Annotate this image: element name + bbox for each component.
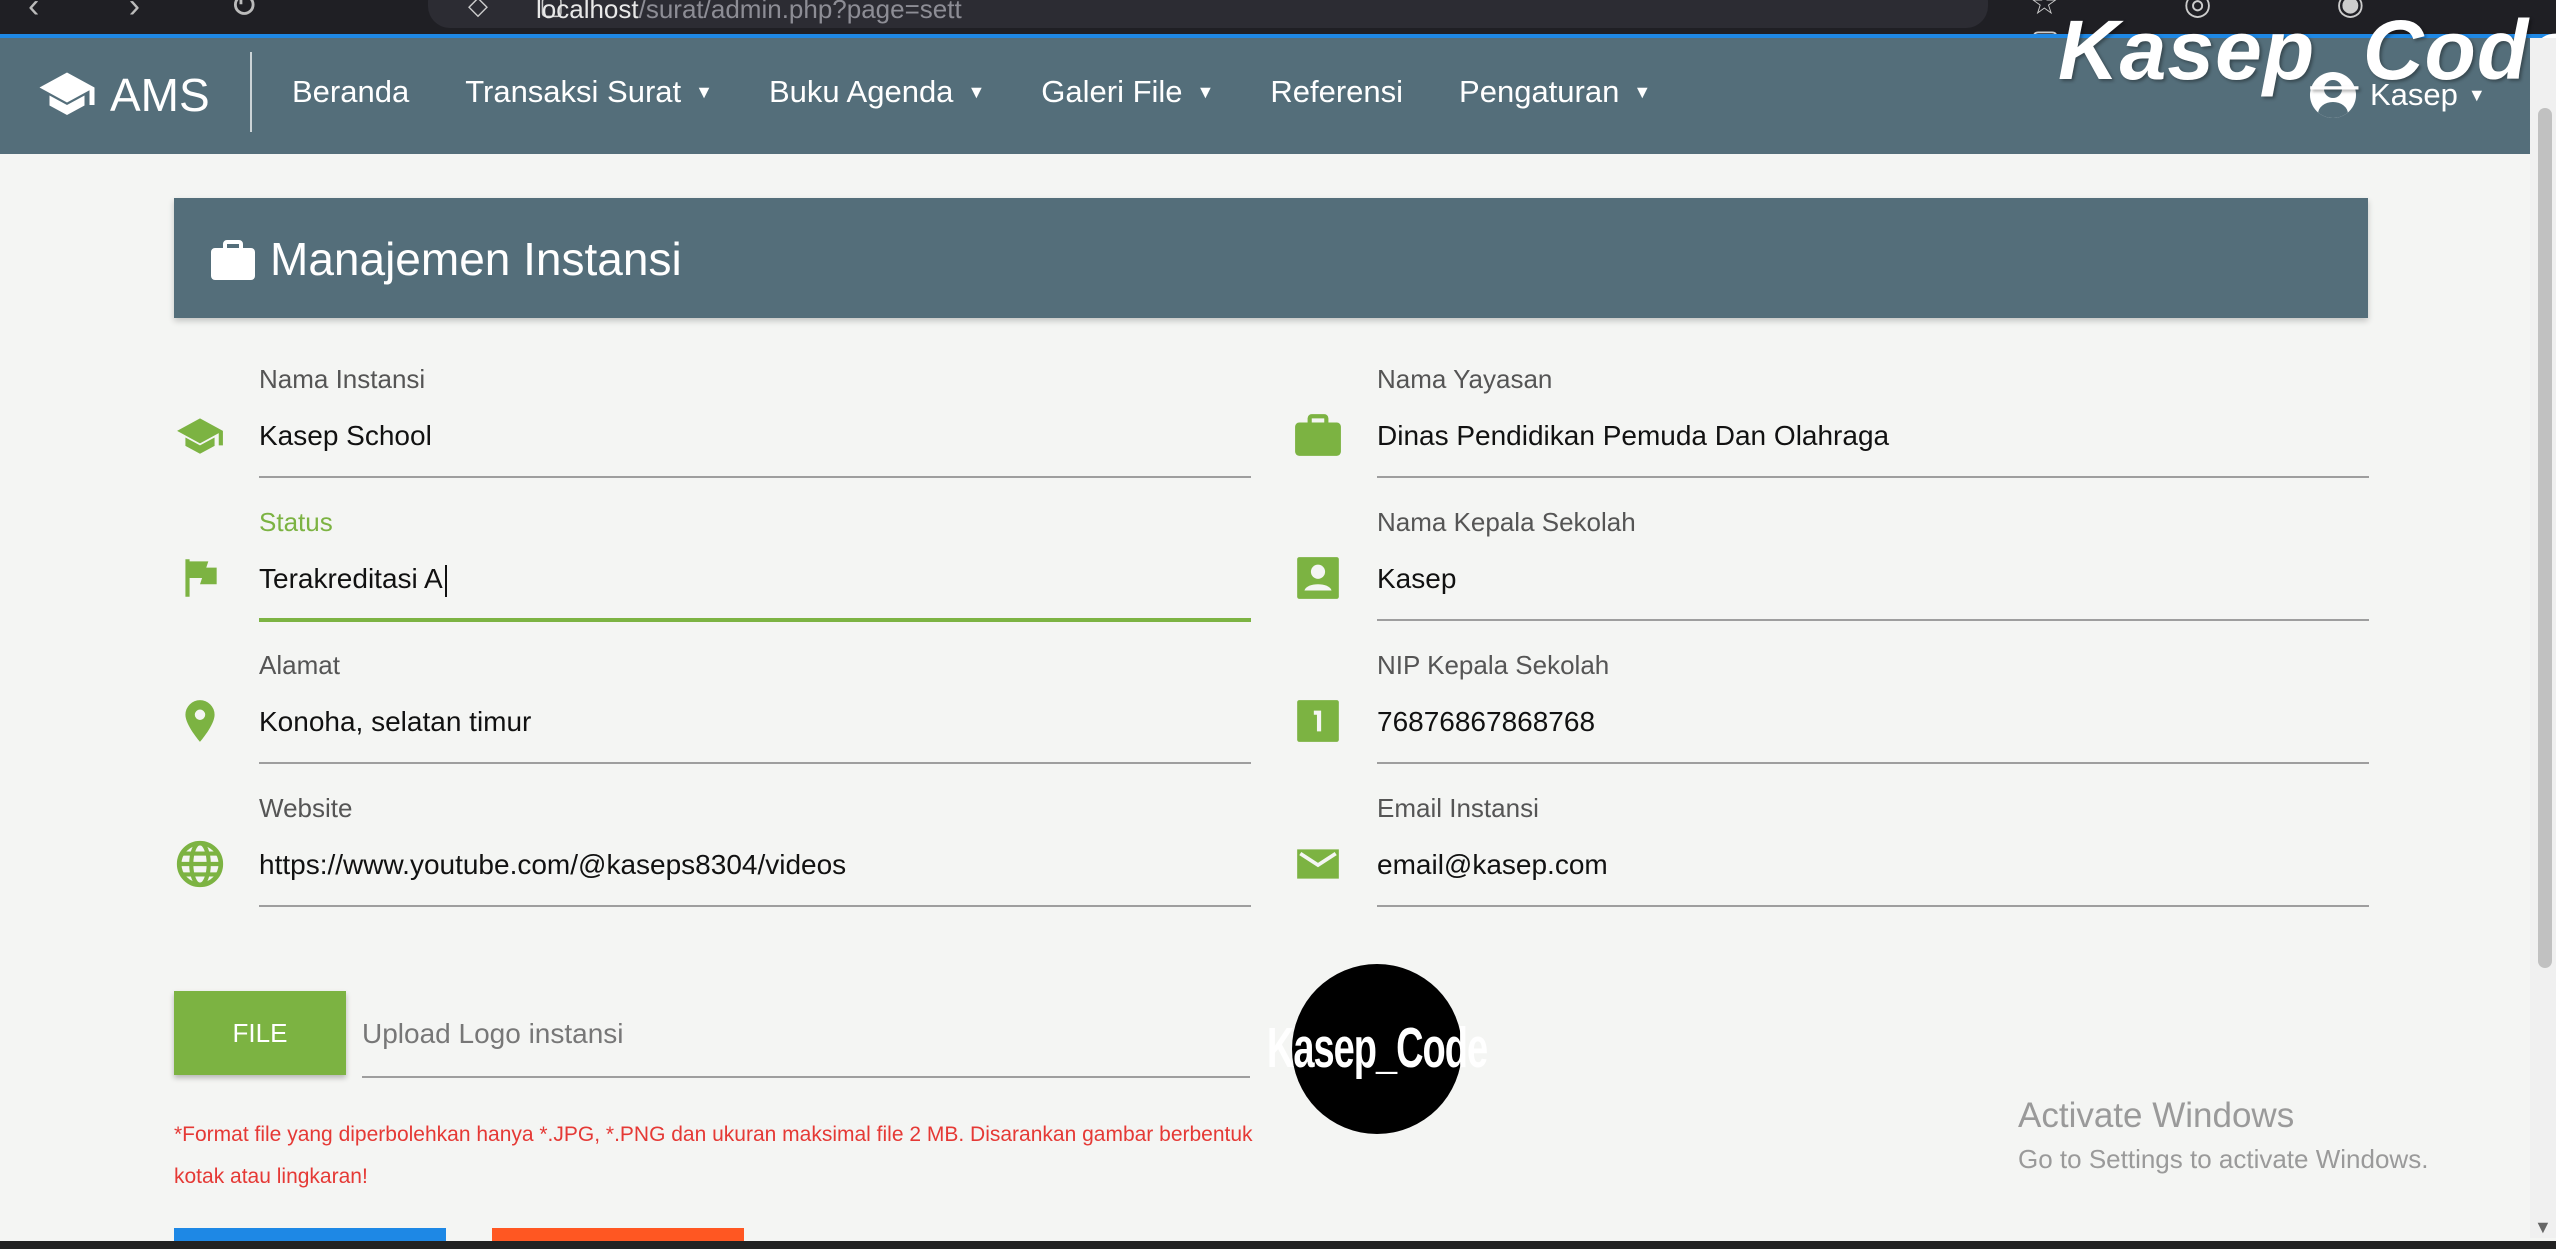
website-input[interactable]: https://www.youtube.com/@kaseps8304/vide…: [259, 849, 846, 881]
field-underline: [259, 618, 1251, 622]
menu-item-pengaturan[interactable]: Pengaturan ▼: [1459, 74, 1651, 110]
menu-item-referensi[interactable]: Referensi: [1270, 74, 1403, 110]
field-website: Website https://www.youtube.com/@kaseps8…: [176, 793, 1251, 913]
menu-label: Referensi: [1270, 74, 1404, 109]
panel-header: Manajemen Instansi: [174, 198, 2368, 318]
address-bar[interactable]: ◇ ▢ localhost/surat/admin.php?page=sett: [428, 0, 1988, 28]
field-nip-kepala-sekolah: NIP Kepala Sekolah 76876867868768: [1297, 650, 2369, 770]
contact-card-icon: [1297, 557, 1339, 599]
page-title: Manajemen Instansi: [270, 233, 682, 285]
field-underline: [1377, 905, 2369, 907]
text-cursor: [444, 564, 447, 597]
email-instansi-input[interactable]: email@kasep.com: [1377, 849, 1608, 881]
caret-down-icon: ▼: [1633, 81, 1652, 102]
field-underline: [259, 762, 1251, 764]
menu-label: Beranda: [292, 74, 410, 109]
field-label: NIP Kepala Sekolah: [1377, 650, 1610, 680]
flag-icon: [185, 559, 217, 597]
menu-label: Galeri File: [1041, 74, 1183, 109]
menu-item-transaksi-surat[interactable]: Transaksi Surat ▼: [465, 74, 713, 110]
menu-item-beranda[interactable]: Beranda: [292, 74, 409, 110]
status-input[interactable]: Terakreditasi A: [259, 563, 447, 597]
graduation-cap-icon: [39, 72, 95, 115]
nama-yayasan-input[interactable]: Dinas Pendidikan Pemuda Dan Olahraga: [1377, 420, 1889, 452]
nama-instansi-input[interactable]: Kasep School: [259, 420, 432, 452]
brand-name: AMS: [110, 69, 210, 121]
field-underline: [1377, 762, 2369, 764]
upload-hint-text: *Format file yang diperbolehkan hanya *.…: [174, 1123, 1253, 1188]
field-nama-yayasan: Nama Yayasan Dinas Pendidikan Pemuda Dan…: [1295, 364, 2369, 484]
field-status: Status Terakreditasi A: [185, 507, 1251, 627]
file-path-underline: [362, 1076, 1250, 1078]
status-value: Terakreditasi A: [259, 563, 443, 594]
field-label: Nama Instansi: [259, 364, 426, 394]
page-scrollbar[interactable]: ▼: [2530, 38, 2556, 1238]
activate-subtitle: Go to Settings to activate Windows.: [2018, 1144, 2429, 1174]
caret-down-icon: ▼: [1196, 81, 1215, 102]
url-path: /surat/admin.php?page=sett: [638, 0, 962, 24]
activate-title: Activate Windows: [2018, 1096, 2295, 1135]
menu-label: Buku Agenda: [768, 74, 954, 109]
field-underline: [259, 476, 1251, 478]
briefcase-icon: [211, 240, 255, 280]
field-label: Alamat: [259, 650, 340, 680]
nip-kepala-sekolah-input[interactable]: 76876867868768: [1377, 706, 1595, 738]
menu-item-galeri-file[interactable]: Galeri File ▼: [1041, 74, 1214, 110]
logo-preview: Kasep_Code: [1267, 964, 1488, 1134]
field-underline: [259, 905, 1251, 907]
browser-nav-buttons[interactable]: ‹ › ↻: [28, 0, 298, 26]
menu-item-buku-agenda[interactable]: Buku Agenda ▼: [769, 74, 985, 110]
scroll-thumb[interactable]: [2538, 108, 2552, 968]
briefcase-icon: [1295, 414, 1341, 456]
globe-icon: [176, 840, 224, 888]
scroll-down-arrow-icon[interactable]: ▼: [2534, 1217, 2552, 1238]
caret-down-icon: ▼: [967, 81, 986, 102]
field-alamat: Alamat Konoha, selatan timur: [185, 650, 1251, 770]
field-label: Status: [259, 507, 333, 537]
url-host: localhost: [536, 0, 639, 24]
caret-down-icon: ▼: [695, 81, 713, 102]
file-upload-button[interactable]: FILE: [174, 991, 346, 1075]
location-pin-icon: [185, 700, 215, 742]
main-menu: Beranda Transaksi Surat ▼ Buku Agenda ▼ Ga…: [292, 74, 1707, 110]
field-label: Website: [259, 793, 353, 823]
activate-windows-notice: Activate Windows Go to Settings to activ…: [2018, 1096, 2428, 1175]
file-path-input[interactable]: Upload Logo instansi: [362, 1018, 624, 1050]
menu-label: Pengaturan: [1459, 74, 1620, 109]
field-nama-instansi: Nama Instansi Kasep School: [177, 364, 1251, 484]
nama-kepala-sekolah-input[interactable]: Kasep: [1377, 563, 1456, 595]
field-label: Nama Yayasan: [1377, 364, 1553, 394]
field-label: Nama Kepala Sekolah: [1377, 507, 1636, 537]
field-label: Email Instansi: [1377, 793, 1539, 823]
field-underline: [1377, 619, 2369, 621]
school-icon: [177, 418, 223, 454]
os-taskbar: [0, 1241, 2556, 1249]
field-nama-kepala-sekolah: Nama Kepala Sekolah Kasep: [1297, 507, 2369, 627]
number-one-box-icon: [1297, 700, 1339, 742]
field-underline: [1377, 476, 2369, 478]
field-email-instansi: Email Instansi email@kasep.com: [1297, 793, 2369, 913]
brand-link[interactable]: AMS: [36, 68, 210, 122]
mail-icon: [1297, 849, 1339, 879]
brand-divider: [250, 52, 252, 132]
address-text[interactable]: localhost/surat/admin.php?page=sett: [536, 0, 962, 25]
alamat-input[interactable]: Konoha, selatan timur: [259, 706, 531, 738]
logo-preview-text: Kasep_Code: [1266, 1016, 1488, 1080]
watermark-text: Kasep_Code: [2058, 3, 2556, 97]
menu-label: Transaksi Surat: [465, 74, 682, 109]
